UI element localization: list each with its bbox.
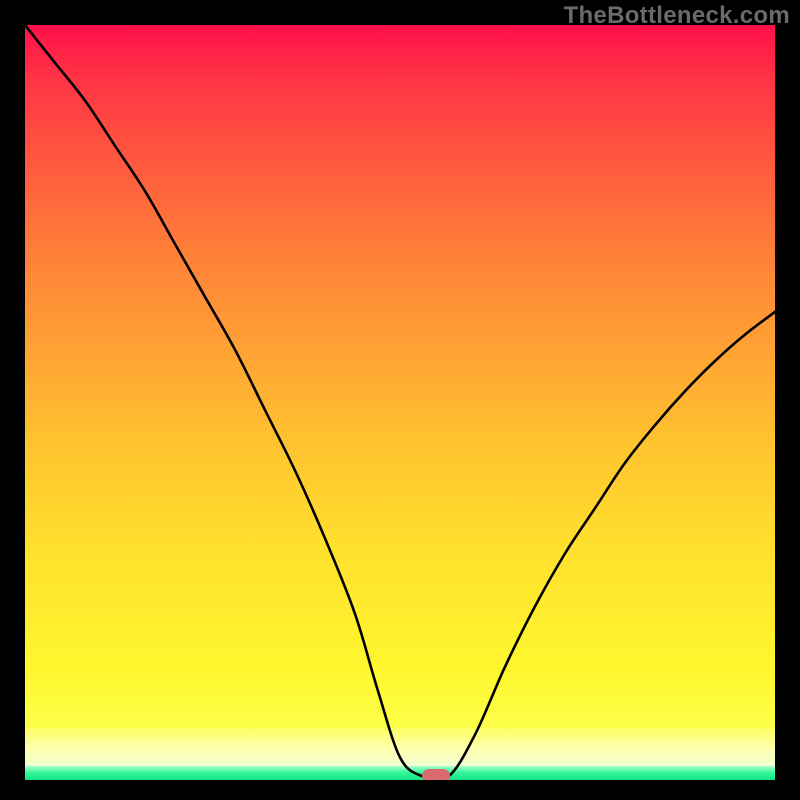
- plot-area: [25, 25, 775, 780]
- bottleneck-chart: TheBottleneck.com: [0, 0, 800, 800]
- optimal-point-marker: [422, 769, 450, 780]
- bottleneck-curve-path: [25, 25, 775, 780]
- watermark-text: TheBottleneck.com: [564, 2, 790, 30]
- curve-svg: [25, 25, 775, 780]
